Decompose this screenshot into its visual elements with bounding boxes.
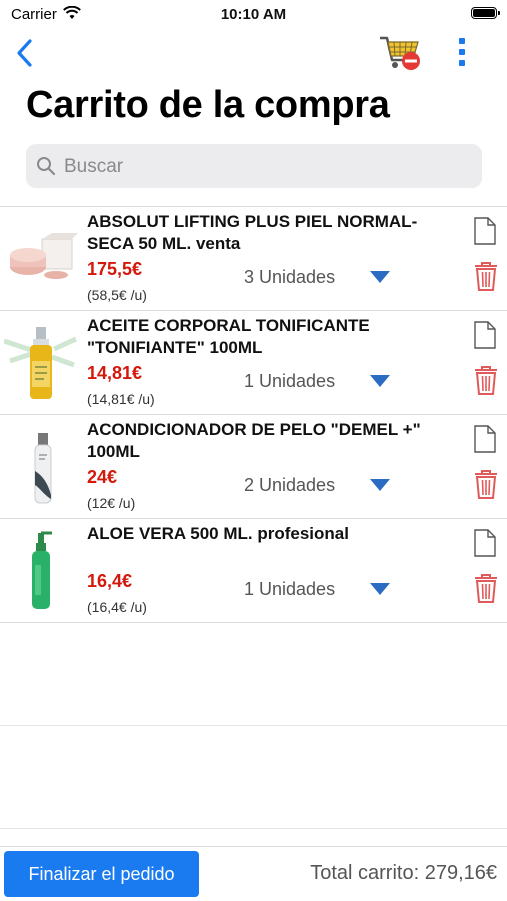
quantity-label[interactable]: 2 Unidades — [244, 475, 335, 496]
cart-item[interactable]: ABSOLUT LIFTING PLUS PIEL NORMAL-SECA 50… — [0, 206, 507, 310]
document-icon[interactable] — [474, 529, 496, 557]
search-input[interactable] — [62, 144, 466, 190]
cart-footer: Finalizar el pedido Total carrito: 279,1… — [0, 846, 507, 901]
back-chevron-icon[interactable] — [12, 38, 38, 68]
list-separator — [0, 828, 507, 829]
quantity-dropdown-icon[interactable] — [370, 583, 390, 595]
quantity-label[interactable]: 3 Unidades — [244, 267, 335, 288]
document-icon[interactable] — [474, 321, 496, 349]
quantity-dropdown-icon[interactable] — [370, 271, 390, 283]
trash-icon[interactable] — [474, 469, 498, 499]
trash-icon[interactable] — [474, 365, 498, 395]
cart-total: Total carrito: 279,16€ — [310, 862, 497, 884]
cart-item[interactable]: ACEITE CORPORAL TONIFICANTE "TONIFIANTE"… — [0, 310, 507, 414]
quantity-dropdown-icon[interactable] — [370, 375, 390, 387]
cart-item[interactable]: ALOE VERA 500 ML. profesional 16,4€ (16,… — [0, 518, 507, 623]
unit-price: (58,5€ /u) — [87, 287, 147, 303]
document-icon[interactable] — [474, 425, 496, 453]
document-icon[interactable] — [474, 217, 496, 245]
navigation-bar — [0, 28, 507, 80]
trash-icon[interactable] — [474, 261, 498, 291]
product-price: 14,81€ — [87, 363, 143, 383]
finalize-order-button[interactable]: Finalizar el pedido — [4, 851, 199, 897]
product-price: 16,4€ — [87, 571, 133, 591]
product-name: ABSOLUT LIFTING PLUS PIEL NORMAL-SECA 50… — [87, 212, 418, 253]
unit-price: (14,81€ /u) — [87, 391, 155, 407]
product-image — [10, 233, 78, 279]
product-image — [34, 433, 52, 504]
product-image — [4, 327, 78, 399]
product-price: 24€ — [87, 467, 118, 487]
clock: 10:10 AM — [220, 6, 287, 23]
page-title: Carrito de la compra — [26, 84, 390, 126]
cart-item[interactable]: ACONDICIONADOR DE PELO "DEMEL +" 100ML 2… — [0, 414, 507, 518]
product-name: ACEITE CORPORAL TONIFICANTE "TONIFIANTE"… — [87, 316, 370, 357]
trash-icon[interactable] — [474, 573, 498, 603]
product-name: ACONDICIONADOR DE PELO "DEMEL +" 100ML — [87, 420, 421, 461]
unit-price: (12€ /u) — [87, 495, 136, 511]
quantity-dropdown-icon[interactable] — [370, 479, 390, 491]
battery-icon — [471, 7, 500, 19]
product-price: 175,5€ — [87, 259, 143, 279]
more-options-icon[interactable] — [452, 34, 472, 70]
search-icon — [37, 157, 56, 176]
list-separator — [0, 725, 507, 726]
product-image — [32, 531, 52, 609]
cart-remove-icon[interactable] — [378, 32, 424, 74]
search-bar — [26, 144, 482, 190]
quantity-label[interactable]: 1 Unidades — [244, 371, 335, 392]
status-bar: Carrier 10:10 AM — [0, 0, 507, 28]
product-name: ALOE VERA 500 ML. profesional — [87, 524, 349, 543]
cart-list: ABSOLUT LIFTING PLUS PIEL NORMAL-SECA 50… — [0, 206, 507, 623]
quantity-label[interactable]: 1 Unidades — [244, 579, 335, 600]
unit-price: (16,4€ /u) — [87, 599, 147, 615]
